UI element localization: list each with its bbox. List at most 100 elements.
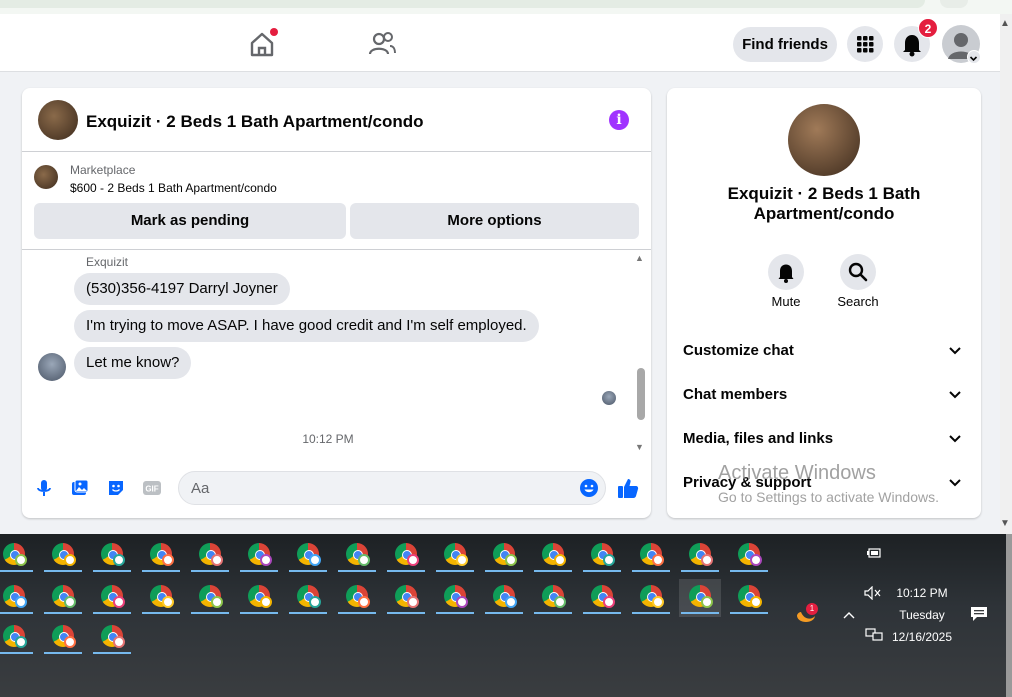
chrome-taskbar-icon[interactable] [140,579,182,617]
chat-title[interactable]: Exquizit · 2 Beds 1 Bath Apartment/condo [86,112,424,132]
chrome-taskbar-icon[interactable] [91,579,133,617]
sender-avatar[interactable] [38,353,66,381]
profile-badge-icon [260,596,272,608]
chrome-taskbar-icon[interactable] [532,537,574,575]
profile-badge-icon [701,596,713,608]
sticker-icon[interactable] [106,478,126,498]
chrome-taskbar-icon[interactable] [679,579,721,617]
mark-as-pending-button[interactable]: Mark as pending [34,203,346,239]
chevron-up-icon[interactable] [842,607,856,619]
tray-badge: 1 [806,603,818,615]
scroll-up-arrow-icon[interactable]: ▲ [1000,18,1010,29]
chrome-taskbar-icon[interactable] [336,579,378,617]
chrome-taskbar-icon[interactable] [42,537,84,575]
top-navigation: Find friends 2 [0,14,1000,72]
chrome-taskbar-icon[interactable] [42,579,84,617]
menu-grid-button[interactable] [847,26,883,62]
browser-bar-button[interactable] [940,0,968,8]
chrome-taskbar-icon[interactable] [0,619,35,657]
chrome-taskbar-icon[interactable] [91,537,133,575]
chat-avatar[interactable] [38,100,78,140]
chrome-taskbar-icon[interactable] [679,537,721,575]
find-friends-button[interactable]: Find friends [733,27,837,62]
running-indicator [338,612,376,614]
chrome-taskbar-icon[interactable] [581,537,623,575]
running-indicator [583,612,621,614]
customize-chat-section[interactable]: Customize chat [667,330,981,370]
profile-badge-icon [652,554,664,566]
conversation-avatar[interactable] [788,104,860,176]
chrome-taskbar-icon[interactable] [630,579,672,617]
chat-scrollbar-thumb[interactable] [637,368,645,420]
media-files-links-section[interactable]: Media, files and links [667,418,981,458]
clock-time[interactable]: 10:12 PM [880,586,964,600]
chat-scroll-down-icon[interactable]: ▼ [635,442,644,452]
chrome-taskbar-icon[interactable] [189,537,231,575]
profile-badge-icon [113,596,125,608]
clock-day[interactable]: Tuesday [880,608,964,622]
chrome-taskbar-icon[interactable] [728,537,770,575]
chrome-taskbar-icon[interactable] [336,537,378,575]
running-indicator [730,570,768,572]
chrome-taskbar-icon[interactable] [532,579,574,617]
taskbar-scrollbar[interactable] [1006,534,1012,697]
chevron-down-icon[interactable] [967,50,981,64]
privacy-support-section[interactable]: Privacy & support [667,462,981,502]
message-input[interactable] [178,471,606,505]
chrome-taskbar-icon[interactable] [483,537,525,575]
bell-icon [778,264,794,283]
scroll-down-arrow-icon[interactable]: ▼ [1000,518,1010,529]
profile-badge-icon [358,554,370,566]
chrome-taskbar-icon[interactable] [189,579,231,617]
action-center-icon[interactable] [970,606,988,622]
chrome-taskbar-icon[interactable] [728,579,770,617]
message-bubble[interactable]: Let me know? [74,347,192,379]
listing-thumbnail[interactable] [34,165,58,189]
profile-badge-icon [554,554,566,566]
chrome-taskbar-icon[interactable] [0,579,35,617]
message-bubble[interactable]: (530)356-4197 Darryl Joyner [74,273,290,305]
gif-icon[interactable]: GIF [142,478,162,498]
chrome-taskbar-icon[interactable] [385,579,427,617]
chrome-taskbar-icon[interactable] [581,579,623,617]
chrome-taskbar-icon[interactable] [287,537,329,575]
profile-badge-icon [15,596,27,608]
chrome-taskbar-icon[interactable] [434,537,476,575]
more-options-button[interactable]: More options [350,203,639,239]
message-text-field[interactable] [179,472,559,504]
emoji-icon[interactable] [579,478,599,498]
profile-badge-icon [603,596,615,608]
thumbs-up-icon[interactable] [616,476,640,500]
profile-badge-icon [15,554,27,566]
page-scrollbar[interactable] [1000,14,1012,534]
microphone-icon[interactable] [34,478,54,498]
chat-scroll-up-icon[interactable]: ▲ [635,253,644,263]
chrome-taskbar-icon[interactable] [434,579,476,617]
chrome-taskbar-icon[interactable] [238,537,280,575]
chrome-taskbar-icon[interactable] [385,537,427,575]
chrome-taskbar-icon[interactable] [483,579,525,617]
chrome-taskbar-icon[interactable] [91,619,133,657]
friends-icon[interactable] [366,28,398,60]
profile-badge-icon [407,596,419,608]
photo-icon[interactable] [70,478,90,498]
chrome-taskbar-icon[interactable] [42,619,84,657]
chrome-taskbar-icon[interactable] [287,579,329,617]
clock-date[interactable]: 12/16/2025 [880,630,964,644]
home-icon[interactable] [246,28,278,60]
listing-price-title[interactable]: $600 - 2 Beds 1 Bath Apartment/condo [70,181,277,195]
chrome-taskbar-icon[interactable] [0,537,35,575]
message-timestamp: 10:12 PM [302,432,354,446]
running-indicator [681,612,719,614]
running-indicator [436,570,474,572]
chat-members-section[interactable]: Chat members [667,374,981,414]
chrome-taskbar-icon[interactable] [140,537,182,575]
mute-button[interactable] [768,254,804,290]
message-bubble[interactable]: I'm trying to move ASAP. I have good cre… [74,310,539,342]
chrome-taskbar-icon[interactable] [630,537,672,575]
chrome-taskbar-icon[interactable] [238,579,280,617]
battery-icon[interactable] [866,546,882,563]
info-icon[interactable]: i [609,110,629,130]
home-notification-dot [270,28,278,36]
search-button[interactable] [840,254,876,290]
